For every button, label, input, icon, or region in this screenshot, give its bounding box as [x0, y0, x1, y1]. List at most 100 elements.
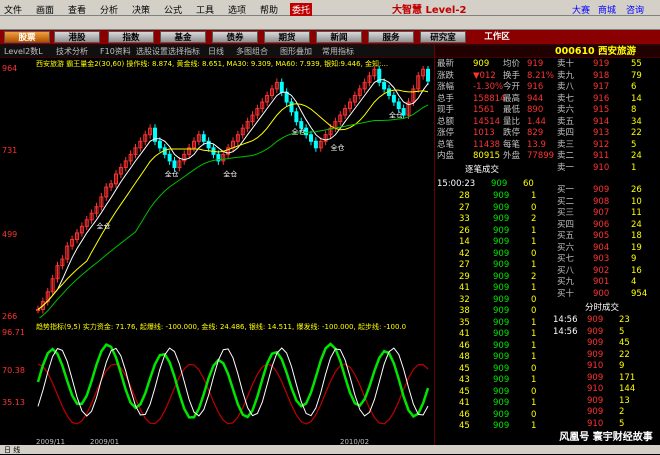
nav-news[interactable]: 新闻 — [316, 31, 362, 43]
sell-level: 卖九 918 79 — [435, 71, 660, 82]
menu-analysis[interactable]: 分析 — [100, 3, 118, 16]
nav-index[interactable]: 指数 — [108, 31, 154, 43]
quote-cell: 915 — [593, 105, 610, 115]
quote-cell: 5 — [631, 139, 637, 150]
tick-row: 41 909 1 — [435, 283, 660, 294]
sub-indicator[interactable]: 选择指标 — [168, 46, 200, 57]
sub-tick: 70.38 — [2, 366, 25, 375]
quote-cell: 909 — [587, 395, 604, 406]
menu-decision[interactable]: 决策 — [132, 3, 150, 16]
menu-contest[interactable]: 大赛 — [572, 3, 590, 16]
nav-research[interactable]: 研究室 — [420, 31, 466, 43]
quote-cell: 911 — [593, 151, 610, 161]
trade-badge[interactable]: 委托 — [290, 3, 313, 16]
quote-cell: 8 — [631, 105, 637, 115]
quote-cell: 909 — [493, 248, 510, 259]
sell-level: 卖四 913 22 — [435, 128, 660, 139]
sell-level: 卖八 917 6 — [435, 82, 660, 93]
minute-row: 910 5 — [435, 419, 660, 430]
minute-row: 909 22 — [435, 350, 660, 361]
menu-tools[interactable]: 工具 — [196, 3, 214, 16]
sell-level: 卖三 912 5 — [435, 140, 660, 151]
menu-options[interactable]: 选项 — [228, 3, 246, 16]
nav-bond[interactable]: 债券 — [212, 31, 258, 43]
quote-cell: 24 — [631, 151, 642, 161]
nav-hk[interactable]: 港股 — [54, 31, 100, 43]
buy-signal-label: 全仓 — [331, 143, 345, 152]
menu-bar: 文件 画面 查看 分析 决策 公式 工具 选项 帮助 委托 大智慧 Level-… — [0, 0, 660, 16]
menu-view[interactable]: 画面 — [36, 3, 54, 16]
sub-f10[interactable]: F10资料 — [100, 46, 131, 57]
menu-info[interactable]: 咨询 — [626, 3, 644, 16]
quote-cell: 144 — [619, 384, 636, 394]
candle-body — [294, 111, 299, 123]
menu-file[interactable]: 文件 — [4, 3, 22, 16]
quote-cell: 卖六 — [557, 105, 575, 115]
sub-daily[interactable]: 日线 — [208, 46, 224, 57]
sell-level: 卖五 914 34 — [435, 117, 660, 128]
sub-common[interactable]: 常用指标 — [322, 46, 354, 57]
menu-look[interactable]: 查看 — [68, 3, 86, 16]
nav-stocks[interactable]: 股票 — [4, 31, 50, 43]
sub-level2[interactable]: Level2数L — [4, 46, 43, 57]
quote-cell: 2 — [619, 407, 625, 417]
sub-overlay[interactable]: 图形叠加 — [280, 46, 312, 57]
quote-panel: 000610 西安旅游 最新 909 均价 919 涨跌 ▼012 换手 8.21% 涨幅 -1.… — [434, 45, 660, 454]
nav-service[interactable]: 服务 — [368, 31, 414, 43]
quote-cell: 分时成交 — [585, 303, 620, 313]
menu-formula[interactable]: 公式 — [164, 3, 182, 16]
status-bar: 日 线 — [0, 445, 660, 454]
quote-cell: 15:00:23 — [437, 179, 476, 189]
candle-body — [313, 140, 318, 149]
price-chart[interactable]: 西安旅游 霸王量金2(30,60) 操作线: 8.874, 黄金线: 8.651… — [0, 58, 434, 448]
quote-cell: 22 — [619, 349, 630, 360]
quote-cell: 1 — [531, 260, 537, 270]
quote-cell: 34 — [631, 116, 642, 127]
sub-select[interactable]: 选股设置 — [136, 46, 168, 57]
menu-mall[interactable]: 商城 — [598, 3, 616, 16]
tick-row: 29 909 2 — [435, 272, 660, 283]
sub-tech[interactable]: 技术分析 — [56, 46, 88, 57]
quote-cell: 909 — [493, 283, 510, 293]
nav-bar: 股票 港股 指数 基金 债券 期货 新闻 服务 研究室 工作区 — [0, 30, 660, 45]
quote-cell: 909 — [491, 179, 508, 189]
tick-title: 逐笔成交 — [435, 165, 660, 176]
quote-cell: 909 — [587, 407, 604, 417]
tick-row: 33 909 2 — [435, 214, 660, 225]
minute-row: 910 144 — [435, 384, 660, 395]
quote-cell: 45 — [619, 338, 630, 348]
candle-body — [172, 160, 177, 168]
quote-cell: 918 — [593, 70, 610, 81]
quote-cell: 33 — [459, 214, 470, 224]
quote-cell: 卖五 — [557, 116, 575, 127]
nav-fund[interactable]: 基金 — [160, 31, 206, 43]
tick-row: 27 909 1 — [435, 260, 660, 271]
quote-cell: 27 — [459, 202, 470, 213]
nav-workspace[interactable]: 工作区 — [474, 31, 520, 43]
buy-signal-label: 全仓 — [97, 222, 111, 231]
ma-long-line — [37, 89, 429, 310]
menu-help[interactable]: 帮助 — [260, 3, 278, 16]
candle-body — [289, 101, 294, 113]
quote-cell: 909 — [587, 338, 604, 348]
oscillator-area — [36, 342, 430, 425]
candle-body — [309, 134, 313, 142]
price-tick: 964 — [2, 64, 18, 73]
candle-body — [201, 134, 206, 142]
sub-multi[interactable]: 多图组合 — [236, 46, 268, 57]
quote-cell: 卖三 — [557, 139, 575, 150]
price-tick: 731 — [2, 146, 18, 155]
tick-row: 42 909 0 — [435, 249, 660, 260]
quote-cell: 914 — [593, 116, 610, 127]
ma-line — [37, 79, 429, 310]
quote-cell: 909 — [493, 202, 510, 213]
quote-cell: 912 — [593, 139, 610, 150]
quote-cell: 910 — [587, 361, 604, 371]
candle-body — [382, 81, 387, 90]
quote-cell: 1 — [531, 237, 537, 247]
candle-body — [391, 94, 396, 103]
quote-cell: 910 — [587, 418, 604, 429]
quote-cell: 55 — [631, 59, 642, 69]
candle-body — [426, 68, 430, 82]
nav-futures[interactable]: 期货 — [264, 31, 310, 43]
